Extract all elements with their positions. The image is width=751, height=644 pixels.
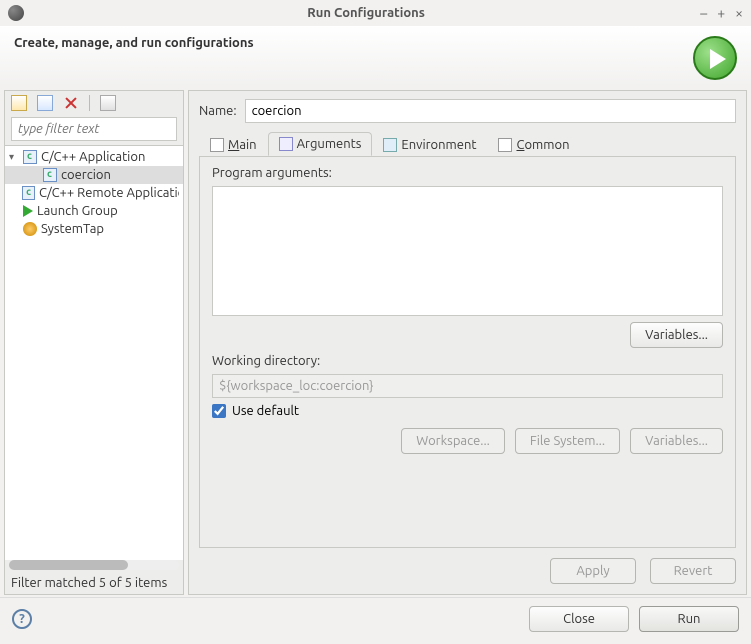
program-arguments-label: Program arguments: bbox=[212, 166, 723, 180]
main-tab-icon bbox=[210, 138, 224, 152]
tab-label: ommon bbox=[524, 138, 569, 152]
header-title: Create, manage, and run configurations bbox=[14, 36, 693, 50]
tree-item-cpp-app[interactable]: ▾ C/C++ Application bbox=[5, 148, 183, 166]
apply-button: Apply bbox=[550, 558, 636, 584]
tree-label: Launch Group bbox=[37, 204, 118, 218]
launch-group-icon bbox=[23, 205, 33, 217]
expand-arrow-icon[interactable]: ▾ bbox=[9, 151, 19, 163]
systemtap-icon bbox=[23, 222, 37, 236]
tab-environment[interactable]: Environment bbox=[372, 132, 487, 156]
tree-item-coercion[interactable]: coercion bbox=[5, 166, 183, 184]
tab-label: ain bbox=[239, 138, 256, 152]
tree-label: C/C++ Application bbox=[41, 150, 145, 164]
app-icon bbox=[8, 5, 24, 21]
tab-arguments[interactable]: Arguments bbox=[268, 132, 373, 156]
close-window-button[interactable]: × bbox=[735, 5, 743, 21]
program-arguments-input[interactable] bbox=[212, 186, 723, 316]
use-default-label: Use default bbox=[232, 404, 299, 418]
header: Create, manage, and run configurations bbox=[0, 26, 751, 86]
tabs: Main Arguments Environment Common bbox=[199, 132, 736, 157]
tab-label: Arguments bbox=[297, 137, 362, 151]
variables-workdir-button: Variables... bbox=[630, 428, 723, 454]
delete-config-icon[interactable] bbox=[63, 95, 79, 111]
revert-button: Revert bbox=[650, 558, 736, 584]
tree-item-systemtap[interactable]: SystemTap bbox=[5, 220, 183, 238]
filter-input[interactable] bbox=[11, 117, 177, 141]
footer: ? Close Run bbox=[0, 597, 751, 644]
help-icon[interactable]: ? bbox=[12, 609, 32, 629]
tree-label: coercion bbox=[61, 168, 111, 182]
file-system-button: File System... bbox=[515, 428, 620, 454]
maximize-button[interactable]: + bbox=[717, 5, 725, 21]
window-title: Run Configurations bbox=[32, 6, 700, 20]
run-button[interactable]: Run bbox=[639, 606, 739, 632]
tab-content-arguments: Program arguments: Variables... Working … bbox=[199, 156, 736, 548]
c-app-icon bbox=[43, 168, 57, 182]
config-toolbar bbox=[5, 91, 183, 115]
left-panel: ▾ C/C++ Application coercion C/C++ Remot… bbox=[4, 90, 184, 595]
arguments-tab-icon bbox=[279, 137, 293, 151]
tree-label: C/C++ Remote Application bbox=[39, 186, 179, 200]
name-input[interactable] bbox=[245, 99, 736, 123]
filter-status: Filter matched 5 of 5 items bbox=[5, 574, 183, 594]
tab-common[interactable]: Common bbox=[487, 132, 580, 156]
tab-main[interactable]: Main bbox=[199, 132, 268, 156]
use-default-checkbox[interactable] bbox=[212, 404, 226, 418]
variables-button[interactable]: Variables... bbox=[630, 322, 723, 348]
working-directory-input bbox=[212, 374, 723, 398]
workspace-button: Workspace... bbox=[401, 428, 505, 454]
right-panel: Name: Main Arguments Environment Common … bbox=[188, 90, 747, 595]
duplicate-config-icon[interactable] bbox=[37, 95, 53, 111]
common-tab-icon bbox=[498, 138, 512, 152]
header-subtitle bbox=[14, 56, 693, 69]
tree-item-cpp-remote[interactable]: C/C++ Remote Application bbox=[5, 184, 183, 202]
new-config-icon[interactable] bbox=[11, 95, 27, 111]
titlebar: Run Configurations – + × bbox=[0, 0, 751, 26]
c-app-icon bbox=[23, 150, 37, 164]
close-button[interactable]: Close bbox=[529, 606, 629, 632]
tab-label: Environment bbox=[401, 138, 476, 152]
working-directory-label: Working directory: bbox=[212, 354, 723, 368]
config-tree[interactable]: ▾ C/C++ Application coercion C/C++ Remot… bbox=[5, 145, 183, 560]
name-label: Name: bbox=[199, 104, 237, 118]
tree-label: SystemTap bbox=[41, 222, 104, 236]
run-icon bbox=[693, 36, 737, 80]
environment-tab-icon bbox=[383, 138, 397, 152]
toolbar-separator bbox=[89, 95, 90, 111]
horizontal-scrollbar[interactable] bbox=[9, 560, 179, 570]
collapse-all-icon[interactable] bbox=[100, 95, 116, 111]
c-remote-icon bbox=[22, 186, 35, 200]
tree-item-launch-group[interactable]: Launch Group bbox=[5, 202, 183, 220]
minimize-button[interactable]: – bbox=[700, 5, 707, 21]
